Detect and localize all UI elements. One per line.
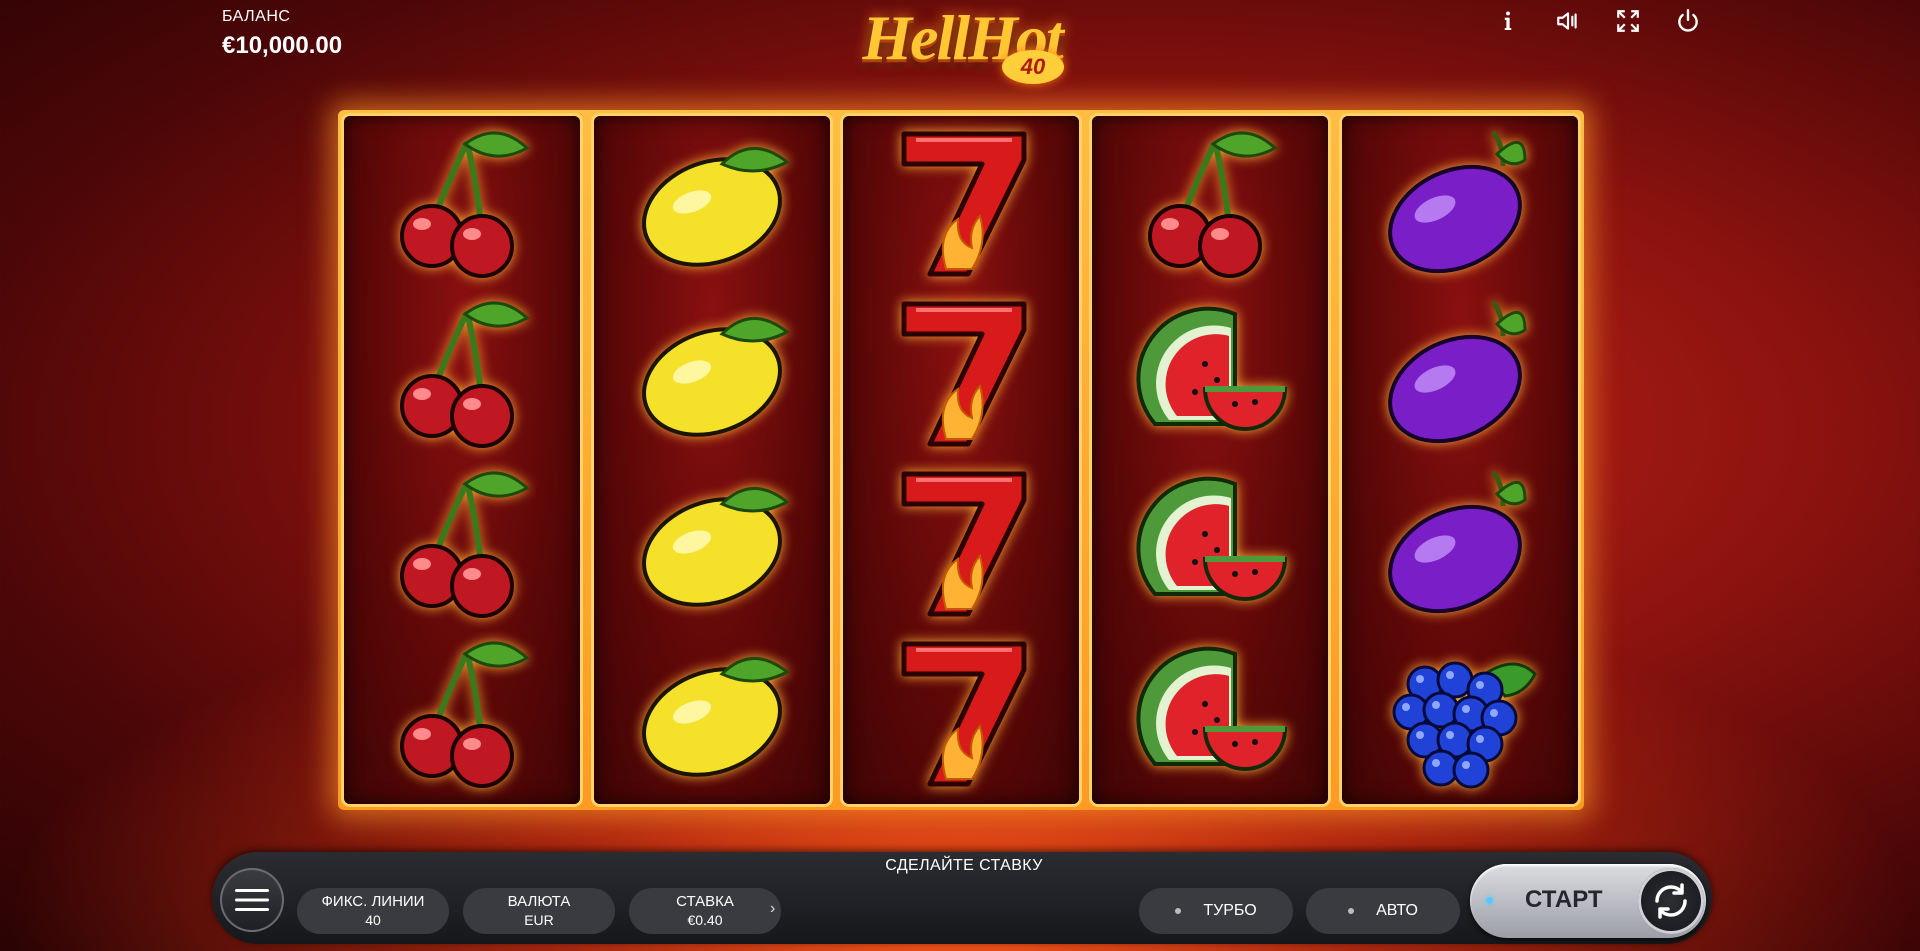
reel-5 xyxy=(1342,116,1578,804)
turbo-toggle[interactable]: ТУРБО xyxy=(1139,888,1293,934)
lines-value: 40 xyxy=(365,912,381,928)
auto-label: АВТО xyxy=(1376,902,1418,919)
auto-indicator xyxy=(1348,907,1355,914)
bet-next-arrow[interactable]: › xyxy=(770,900,775,918)
cherry-icon xyxy=(1092,120,1328,288)
reel-1 xyxy=(344,116,580,804)
plum-icon xyxy=(1342,120,1578,288)
currency-selector[interactable]: ВАЛЮТА EUR xyxy=(463,888,615,934)
bet-selector[interactable]: СТАВКА €0.40 xyxy=(629,888,781,934)
watermelon-icon xyxy=(1092,290,1328,458)
balance-display: БАЛАНС €10,000.00 xyxy=(222,8,342,60)
lemon-icon xyxy=(594,120,830,288)
turbo-label: ТУРБО xyxy=(1203,902,1257,919)
spin-icon xyxy=(1638,868,1704,934)
start-button[interactable]: СТАРТ xyxy=(1470,864,1706,938)
seven-icon xyxy=(843,630,1079,798)
menu-button[interactable] xyxy=(220,868,284,932)
menu-icon xyxy=(235,889,269,911)
start-indicator xyxy=(1486,897,1493,904)
sound-icon[interactable] xyxy=(1550,6,1586,36)
fullscreen-icon[interactable] xyxy=(1610,6,1646,36)
logo-badge: 40 xyxy=(1002,50,1064,84)
plum-icon xyxy=(1342,290,1578,458)
reel-2 xyxy=(594,116,830,804)
seven-icon xyxy=(843,460,1079,628)
bet-label: СТАВКА xyxy=(676,893,734,910)
cherry-icon xyxy=(344,120,580,288)
grapes-icon xyxy=(1342,630,1578,798)
auto-toggle[interactable]: АВТО xyxy=(1306,888,1460,934)
lemon-icon xyxy=(594,460,830,628)
balance-value: €10,000.00 xyxy=(222,32,343,59)
lines-selector[interactable]: ФИКС. ЛИНИИ 40 xyxy=(297,888,449,934)
cherry-icon xyxy=(344,290,580,458)
reel-3 xyxy=(843,116,1079,804)
reels-area xyxy=(338,110,1584,810)
seven-icon xyxy=(843,290,1079,458)
currency-value: EUR xyxy=(524,912,554,928)
game-logo: HellHot 40 xyxy=(812,0,1112,92)
bet-value: €0.40 xyxy=(687,912,723,928)
start-label: СТАРТ xyxy=(1525,886,1603,913)
lemon-icon xyxy=(594,290,830,458)
watermelon-icon xyxy=(1092,460,1328,628)
reel-4 xyxy=(1092,116,1328,804)
lines-label: ФИКС. ЛИНИИ xyxy=(321,893,425,910)
currency-label: ВАЛЮТА xyxy=(507,893,571,910)
turbo-indicator xyxy=(1175,907,1182,914)
power-icon[interactable] xyxy=(1670,6,1706,36)
cherry-icon xyxy=(344,460,580,628)
logo-title: HellHot xyxy=(862,2,1063,73)
lemon-icon xyxy=(594,630,830,798)
watermelon-icon xyxy=(1092,630,1328,798)
cherry-icon xyxy=(344,630,580,798)
plum-icon xyxy=(1342,460,1578,628)
info-icon[interactable] xyxy=(1490,6,1526,36)
seven-icon xyxy=(843,120,1079,288)
balance-label: БАЛАНС xyxy=(222,8,291,25)
top-toolbar xyxy=(1490,6,1706,36)
